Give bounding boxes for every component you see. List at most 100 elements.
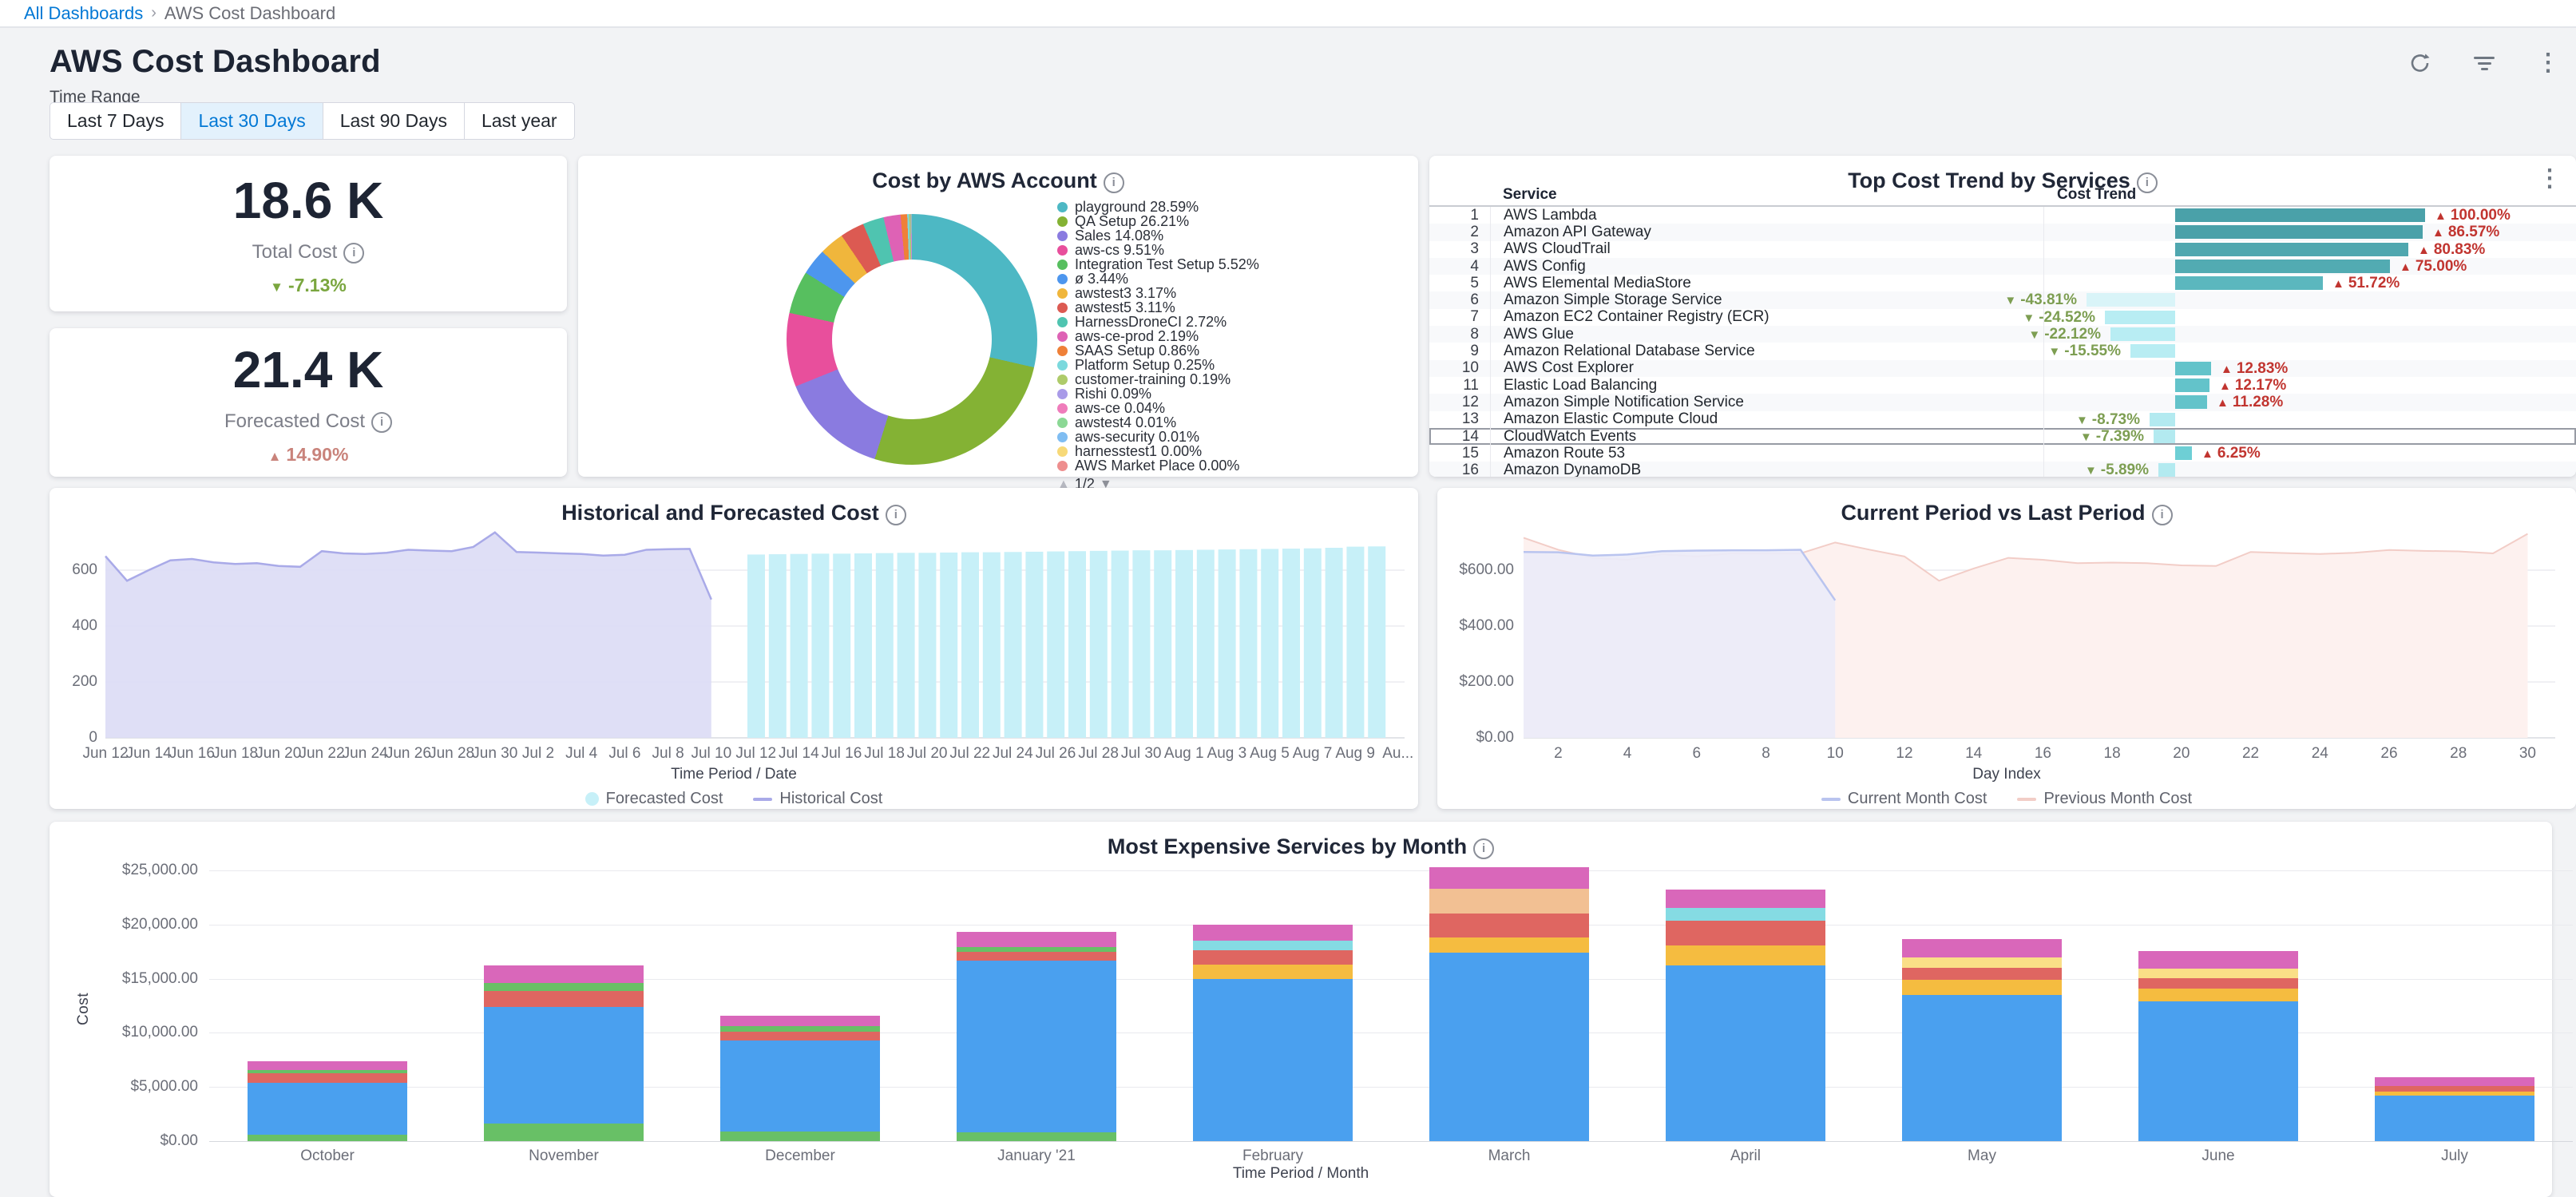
row-rank: 14 [1429,428,1490,446]
info-icon[interactable]: i [1473,838,1494,859]
time-range-option-last-30-days[interactable]: Last 30 Days [180,102,323,140]
x-tick-label: 10 [1827,745,1844,763]
legend-item[interactable]: Previous Month Cost [2017,790,2192,808]
legend-dot [1057,346,1068,356]
row-rank: 2 [1429,224,1490,241]
x-tick-label: Au... [1382,745,1413,763]
table-row[interactable]: 12Amazon Simple Notification Service▲11.… [1429,394,2576,410]
table-row[interactable]: 14CloudWatch Events▼-7.39% [1429,428,2576,445]
page-more-menu-icon[interactable]: ⋮ [2534,50,2562,77]
table-row[interactable]: 4AWS Config▲75.00% [1429,258,2576,275]
bar-segment [248,1083,407,1135]
time-range-option-last-year[interactable]: Last year [464,102,575,140]
legend-item[interactable]: harnesstest1 0.00% [1057,444,1259,458]
legend-item[interactable]: SAAS Setup 0.86% [1057,343,1259,358]
x-tick-label: 24 [2312,745,2328,763]
bar-segment [248,1135,407,1141]
table-row[interactable]: 8AWS Glue▼-22.12% [1429,326,2576,343]
info-icon[interactable]: i [343,243,364,264]
table-row[interactable]: 3AWS CloudTrail▲80.83% [1429,241,2576,258]
x-tick-label: April [1730,1147,1761,1165]
table-row[interactable]: 13Amazon Elastic Compute Cloud▼-8.73% [1429,411,2576,428]
x-tick-label: Jun 18 [212,745,258,763]
stacked-bar-april [1666,890,1825,1141]
breadcrumb-link-all-dashboards[interactable]: All Dashboards [24,3,143,24]
time-range-option-last-7-days[interactable]: Last 7 Days [50,102,181,140]
table-row[interactable]: 7Amazon EC2 Container Registry (ECR)▼-24… [1429,309,2576,326]
trend-pct: ▼-15.55% [2048,343,2121,359]
table-row[interactable]: 11Elastic Load Balancing▲12.17% [1429,377,2576,394]
filter-icon[interactable] [2471,50,2498,77]
legend-item[interactable]: awstest4 0.01% [1057,415,1259,430]
hist-xaxis-title: Time Period / Date [50,766,1418,783]
legend-item[interactable]: awstest3 3.17% [1057,286,1259,300]
trend-pct: ▼-22.12% [2028,326,2101,343]
time-range-option-last-90-days[interactable]: Last 90 Days [323,102,465,140]
x-tick-label: Jun 24 [343,745,388,763]
legend-item[interactable]: customer-training 0.19% [1057,372,1259,386]
trend-bar [2175,208,2425,222]
legend-item[interactable]: HarnessDroneCI 2.72% [1057,315,1259,329]
trend-pct: ▲80.83% [2418,241,2485,258]
trend-bar [2175,243,2408,256]
table-row[interactable]: 5AWS Elemental MediaStore▲51.72% [1429,275,2576,291]
row-service: Amazon Simple Notification Service [1490,394,2043,410]
legend-item[interactable]: Rishi 0.09% [1057,386,1259,401]
y-tick-label: $20,000.00 [56,916,198,933]
legend-item[interactable]: aws-security 0.01% [1057,430,1259,444]
table-row[interactable]: 10AWS Cost Explorer▲12.83% [1429,360,2576,377]
table-row[interactable]: 16Amazon DynamoDB▼-5.89% [1429,462,2576,477]
x-tick-label: 18 [2104,745,2121,763]
legend-item[interactable]: Current Month Cost [1821,790,1987,808]
y-tick-label: 0 [56,729,97,747]
row-rank: 10 [1429,359,1490,377]
trend-bar [2087,293,2175,307]
table-row[interactable]: 6Amazon Simple Storage Service▼-43.81% [1429,291,2576,308]
table-row[interactable]: 9Amazon Relational Database Service▼-15.… [1429,343,2576,359]
trend-bar [2158,463,2175,477]
legend-item[interactable]: QA Setup 26.21% [1057,214,1259,228]
legend-item[interactable]: aws-ce-prod 2.19% [1057,329,1259,343]
legend-item[interactable]: Integration Test Setup 5.52% [1057,257,1259,272]
bar-segment [720,1026,880,1032]
legend-item[interactable]: aws-cs 9.51% [1057,243,1259,257]
table-row[interactable]: 15Amazon Route 53▲6.25% [1429,445,2576,462]
legend-item[interactable]: Historical Cost [753,790,882,808]
x-tick-label: 26 [2380,745,2397,763]
period-legend: Current Month Cost Previous Month Cost [1437,790,2576,808]
most-expensive-services-title: Most Expensive Services by Monthi [50,834,2552,859]
legend-dot [1057,274,1068,284]
x-tick-label: Jul 20 [907,745,948,763]
legend-label: Forecasted Cost [606,790,723,808]
legend-item[interactable]: awstest5 3.11% [1057,300,1259,315]
table-row[interactable]: 1AWS Lambda▲100.00% [1429,207,2576,224]
forecasted-cost-label: Forecasted Costi [224,410,392,433]
trend-pct: ▲11.28% [2217,394,2283,410]
time-range-group: Last 7 DaysLast 30 DaysLast 90 DaysLast … [50,102,575,140]
legend-item[interactable]: Sales 14.08% [1057,228,1259,243]
trend-arrow-icon: ▲ [2221,363,2233,376]
legend-item[interactable]: AWS Market Place 0.00% [1057,458,1259,473]
bar-segment [2138,1001,2298,1141]
row-trend-cell: ▼-8.73% [2043,411,2576,428]
legend-label: Historical Cost [779,790,882,808]
bar-segment [957,1132,1116,1141]
y-tick-label: $0.00 [1441,729,1514,747]
legend-item[interactable]: Platform Setup 0.25% [1057,358,1259,372]
info-icon[interactable]: i [1104,172,1124,193]
legend-item[interactable]: playground 28.59% [1057,200,1259,214]
legend-item[interactable]: ø 3.44% [1057,272,1259,286]
y-tick-label: $10,000.00 [56,1024,198,1041]
legend-item[interactable]: aws-ce 0.04% [1057,401,1259,415]
legend-label: AWS Market Place 0.00% [1075,458,1239,474]
info-icon[interactable]: i [886,505,906,525]
trend-bar [2175,260,2390,273]
refresh-icon[interactable] [2407,50,2434,77]
info-icon[interactable]: i [2152,505,2173,525]
legend-label: Current Month Cost [1848,790,1987,808]
row-service: Amazon API Gateway [1490,224,2043,240]
table-row[interactable]: 2Amazon API Gateway▲86.57% [1429,224,2576,240]
info-icon[interactable]: i [371,412,392,433]
stacked-bar-june [2138,950,2298,1141]
legend-item[interactable]: Forecasted Cost [585,790,723,808]
